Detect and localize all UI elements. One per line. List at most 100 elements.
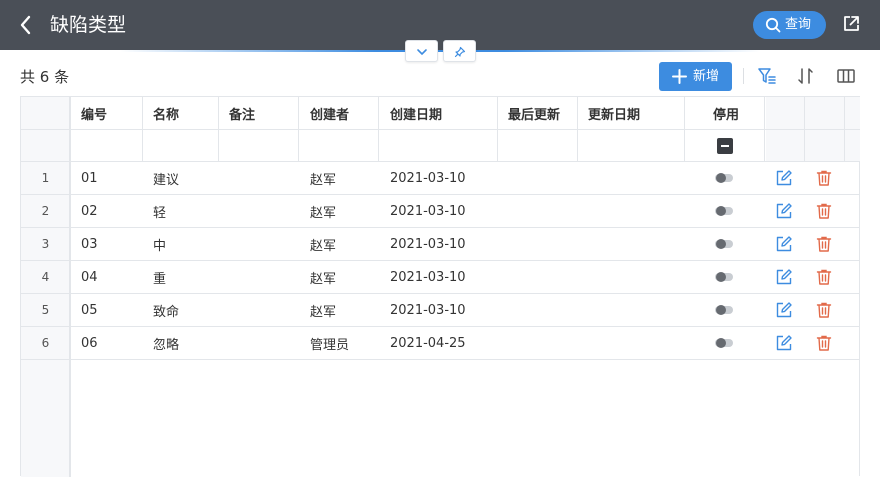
edit-icon [776,269,792,285]
disable-toggle[interactable] [715,305,733,315]
sort-icon [798,68,813,84]
chevron-down-icon [417,49,427,56]
cell-created: 2021-03-10 [390,269,466,285]
filter-icon [758,68,776,84]
table-row[interactable]: 6 06 忽略 管理员 2021-04-25 [21,327,860,360]
row-number: 6 [41,336,50,350]
cell-name: 轻 [153,205,167,221]
table-row[interactable]: 5 05 致命 赵军 2021-03-10 [21,294,860,327]
column-divider [497,97,498,162]
add-button[interactable]: 新增 [659,62,732,91]
edit-icon [776,170,792,186]
delete-button[interactable] [815,202,833,220]
cell-code: 04 [81,269,98,285]
table-header-row: 编号 名称 备注 创建者 创建日期 最后更新 更新日期 停用 [21,97,860,130]
cell-name: 重 [153,271,167,287]
share-button[interactable] [841,14,861,34]
column-divider [218,97,219,162]
filter-button[interactable] [757,66,777,86]
delete-button[interactable] [815,235,833,253]
table-row[interactable]: 2 02 轻 赵军 2021-03-10 [21,195,860,228]
edit-button[interactable] [775,301,793,319]
cell-creator: 赵军 [310,304,337,320]
cell-note [229,261,309,293]
back-button[interactable] [14,12,38,38]
cell-last-updater [508,261,588,293]
plus-icon [672,69,687,84]
column-divider [298,97,299,162]
cell-last-updater [508,228,588,260]
delete-button[interactable] [815,334,833,352]
filter-row [21,130,860,162]
delete-button[interactable] [815,301,833,319]
cell-updated [588,195,696,227]
collapse-button[interactable] [405,40,438,62]
cell-note [229,228,309,260]
data-grid: 编号 名称 备注 创建者 创建日期 最后更新 更新日期 停用 1 01 建议 赵军 20… [20,96,860,477]
trash-icon [816,302,832,318]
cell-updated [588,327,696,359]
cell-updated [588,228,696,260]
sort-button[interactable] [796,66,816,86]
record-count: 共 6 条 [20,68,70,86]
trash-icon [816,335,832,351]
cell-last-updater [508,327,588,359]
columns-button[interactable] [836,66,856,86]
columns-icon [837,69,855,83]
query-button[interactable]: 查询 [753,11,826,39]
column-header-disabled[interactable]: 停用 [686,97,766,129]
column-header-updated[interactable]: 更新日期 [588,97,696,129]
pin-button[interactable] [443,40,476,62]
cell-name: 建议 [153,172,180,188]
cell-note [229,294,309,326]
row-number: 3 [41,237,50,251]
row-number: 1 [41,171,50,185]
disable-toggle[interactable] [715,173,733,183]
disable-toggle[interactable] [715,272,733,282]
delete-button[interactable] [815,268,833,286]
table-row[interactable]: 1 01 建议 赵军 2021-03-10 [21,162,860,195]
header-action-area [766,97,860,129]
cell-name: 致命 [153,304,180,320]
row-number: 2 [41,204,50,218]
cell-updated [588,294,696,326]
column-divider [844,97,845,162]
disabled-filter-toggle[interactable] [717,130,733,161]
cell-created: 2021-03-10 [390,170,466,186]
cell-code: 03 [81,236,98,252]
delete-button[interactable] [815,169,833,187]
column-header-last-updater[interactable]: 最后更新 [508,97,588,129]
cell-created: 2021-03-10 [390,203,466,219]
trash-icon [816,203,832,219]
edit-button[interactable] [775,268,793,286]
column-header-note[interactable]: 备注 [229,97,309,129]
column-divider [684,97,685,162]
column-header-created[interactable]: 创建日期 [390,97,500,129]
minus-square-icon [717,137,733,154]
edit-icon [776,236,792,252]
cell-updated [588,261,696,293]
pin-icon [454,46,466,58]
cell-name: 中 [153,238,167,254]
disable-toggle[interactable] [715,239,733,249]
edit-icon [776,302,792,318]
cell-code: 01 [81,170,98,186]
cell-updated [588,162,696,194]
table-row[interactable]: 3 03 中 赵军 2021-03-10 [21,228,860,261]
cell-last-updater [508,294,588,326]
query-button-label: 查询 [785,17,812,32]
edit-button[interactable] [775,202,793,220]
cell-code: 06 [81,335,98,351]
cell-creator: 赵军 [310,205,337,221]
edit-button[interactable] [775,334,793,352]
trash-icon [816,269,832,285]
table-row[interactable]: 4 04 重 赵军 2021-03-10 [21,261,860,294]
chevron-left-icon [20,15,31,35]
edit-button[interactable] [775,235,793,253]
edit-icon [776,203,792,219]
row-number: 5 [41,303,50,317]
disable-toggle[interactable] [715,206,733,216]
disable-toggle[interactable] [715,338,733,348]
edit-button[interactable] [775,169,793,187]
share-icon [844,16,859,31]
